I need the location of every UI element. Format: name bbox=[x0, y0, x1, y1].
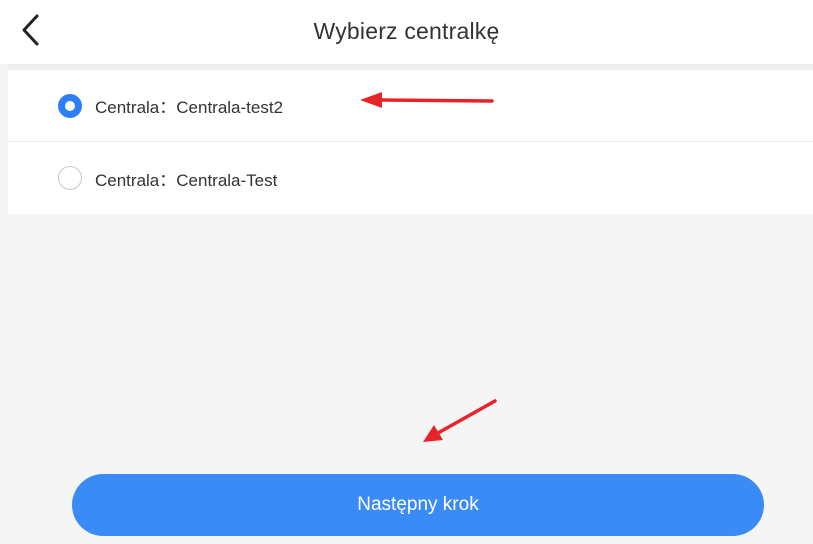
hub-option-label: Centrala：Centrala-test2 bbox=[95, 98, 284, 117]
hub-option-1[interactable]: Centrala：Centrala-test2 bbox=[8, 70, 813, 141]
hub-option-label: Centrala：Centrala-Test bbox=[95, 170, 278, 190]
annotation-arrow-icon bbox=[423, 399, 497, 442]
next-step-button[interactable]: Następny krok bbox=[72, 474, 764, 536]
top-bar: Wybierz centralkę bbox=[0, 0, 813, 64]
page-title: Wybierz centralkę bbox=[313, 18, 500, 44]
hub-list: Centrala：Centrala-test2 Centrala：Central… bbox=[8, 70, 813, 214]
radio-unselected-icon[interactable] bbox=[58, 166, 82, 190]
hub-option-2[interactable]: Centrala：Centrala-Test bbox=[8, 142, 813, 214]
radio-selected-icon[interactable] bbox=[58, 93, 82, 118]
